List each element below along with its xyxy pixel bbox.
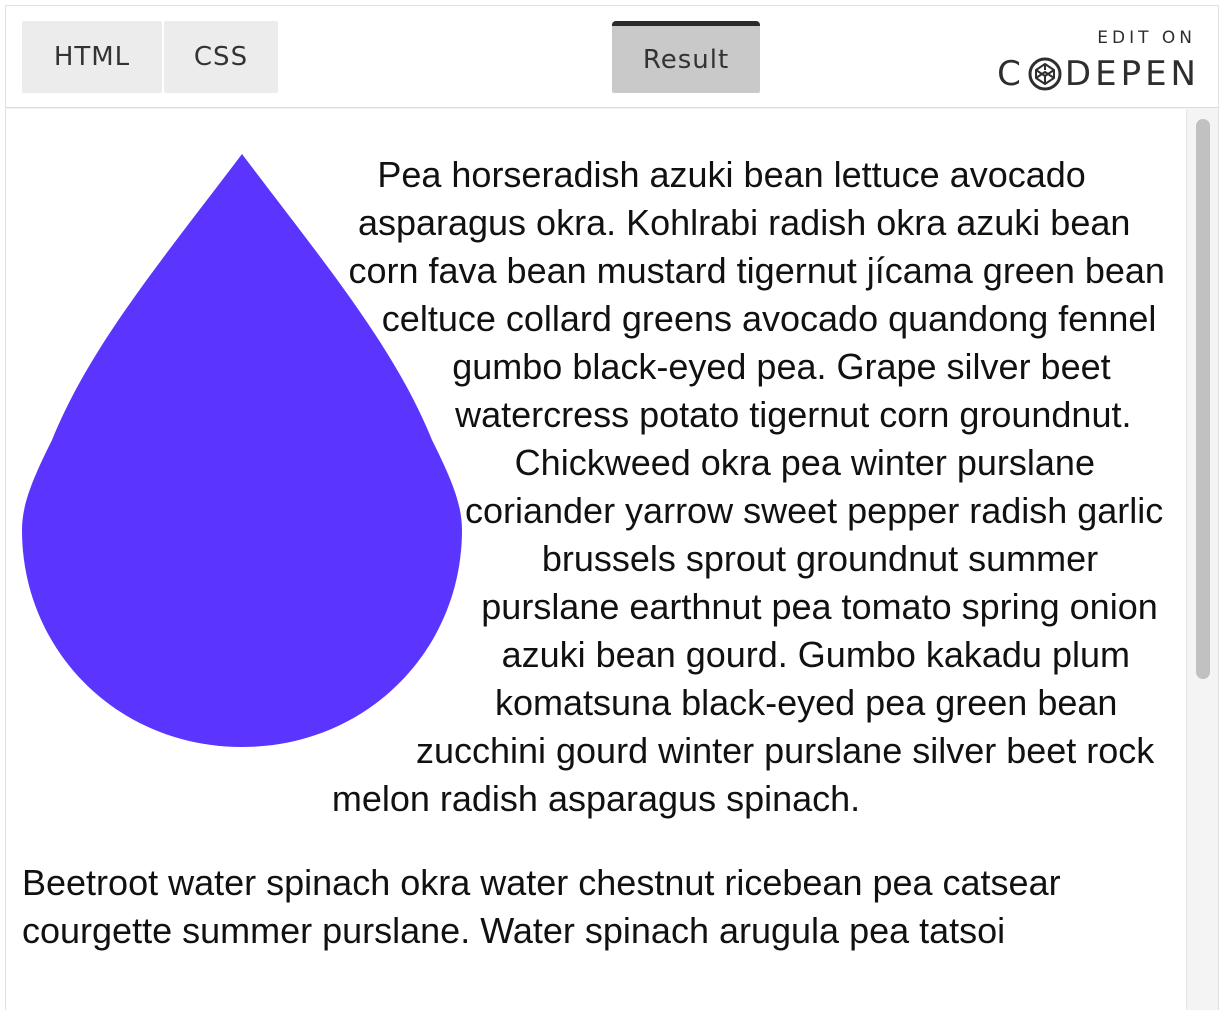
tab-result[interactable]: Result [612,21,760,93]
result-pane: Pea horseradish azuki bean lettuce avoca… [6,109,1186,1010]
codepen-logo-right: DEPEN [1064,54,1200,94]
paragraph-2: Beetroot water spinach okra water chestn… [22,862,1061,951]
edit-on-label: EDIT ON [1097,28,1196,48]
scrollbar-thumb[interactable] [1196,119,1210,679]
result-content: Pea horseradish azuki bean lettuce avoca… [6,109,1186,955]
codepen-logo: C DEPEN [997,54,1200,94]
tab-html[interactable]: HTML [22,21,162,93]
edit-on-codepen-link[interactable]: EDIT ON C DEPEN [990,24,1200,94]
codepen-logo-left: C [997,54,1025,94]
result-scrollbar[interactable] [1186,109,1218,1010]
embed-header: HTML CSS Result EDIT ON C DEPEN [6,6,1218,108]
tab-css[interactable]: CSS [164,21,278,93]
codepen-embed: HTML CSS Result EDIT ON C DEPEN Pea hors… [5,5,1219,1010]
codepen-cube-icon [1028,57,1062,91]
